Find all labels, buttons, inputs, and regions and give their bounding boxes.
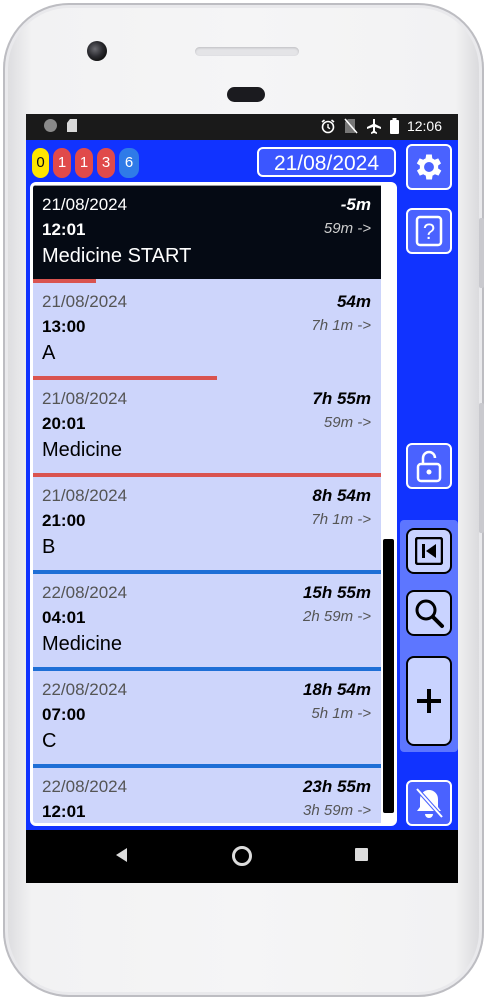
entry-name: C	[42, 730, 57, 752]
help-icon: ?	[415, 215, 443, 247]
search-button[interactable]	[406, 590, 452, 636]
alarm-icon	[321, 119, 335, 134]
back-icon[interactable]	[116, 848, 127, 862]
entry-delta: 18h 54m	[302, 680, 371, 699]
entry-date: 21/08/2024	[42, 486, 128, 505]
entry-time: 21:00	[42, 511, 86, 530]
counter-badge[interactable]: 6	[119, 148, 139, 178]
jump-to-start-button[interactable]	[406, 528, 452, 574]
list-item[interactable]: 22/08/2024 04:01 Medicine 15h 55m 2h 59m ->	[33, 570, 381, 667]
speaker-grill	[195, 47, 299, 56]
entry-date: 21/08/2024	[42, 389, 128, 408]
entry-next-interval: 3h 59m ->	[303, 802, 371, 819]
status-time: 12:06	[406, 118, 442, 134]
screen: 12:06 0 1 1 3 6 21/08/2024 ? 21/08/2024 …	[26, 114, 458, 883]
bell-off-icon	[415, 787, 444, 819]
lock-button[interactable]	[406, 443, 452, 489]
entry-date: 22/08/2024	[42, 680, 128, 699]
app-content: 0 1 1 3 6 21/08/2024 ? 21/08/2024 12:01 …	[26, 140, 458, 830]
list-item[interactable]: 22/08/2024 07:00 C 18h 54m 5h 1m ->	[33, 667, 381, 764]
entry-name: Medicine START	[42, 245, 192, 267]
interval-bar	[33, 376, 217, 380]
interval-bar	[33, 279, 96, 283]
entry-time: 20:01	[42, 414, 86, 433]
help-button[interactable]: ?	[406, 208, 452, 254]
counter-badge[interactable]: 3	[97, 148, 115, 178]
search-icon	[415, 599, 444, 628]
list-item[interactable]: 22/08/2024 12:01 23h 55m 3h 59m ->	[33, 764, 381, 823]
home-icon[interactable]	[232, 846, 252, 866]
counter-badge[interactable]: 1	[53, 148, 71, 178]
recents-icon[interactable]	[355, 848, 368, 861]
entry-time: 07:00	[42, 705, 86, 724]
sd-card-icon	[67, 119, 77, 132]
list-item[interactable]: 21/08/2024 20:01 Medicine 7h 55m 59m ->	[33, 376, 381, 473]
entries-list[interactable]: 21/08/2024 12:01 Medicine START -5m 59m -> 21…	[30, 182, 397, 826]
list-item[interactable]: 21/08/2024 12:01 Medicine START -5m 59m ->	[33, 185, 381, 279]
entry-date: 22/08/2024	[42, 777, 128, 796]
date-selector-button[interactable]: 21/08/2024	[257, 147, 396, 177]
entry-next-interval: 59m ->	[323, 414, 371, 431]
no-sim-icon	[344, 118, 358, 134]
plus-icon	[417, 689, 441, 713]
interval-bar	[33, 764, 381, 768]
interval-bar	[33, 570, 381, 574]
counter-badge[interactable]: 1	[75, 148, 93, 178]
entry-next-interval: 2h 59m ->	[303, 608, 371, 625]
interval-bar	[33, 667, 381, 671]
counter-badges: 0 1 1 3 6	[32, 148, 139, 178]
entry-delta: 7h 55m	[312, 389, 371, 408]
entry-next-interval: 7h 1m ->	[311, 511, 371, 528]
airplane-icon	[366, 119, 381, 134]
entry-time: 12:01	[42, 802, 86, 821]
entry-time: 12:01	[42, 220, 86, 239]
entry-name: A	[42, 342, 56, 364]
list-item[interactable]: 21/08/2024 21:00 B 8h 54m 7h 1m ->	[33, 473, 381, 570]
battery-icon	[389, 118, 399, 134]
volume-button	[479, 218, 484, 288]
gear-icon	[416, 154, 442, 180]
circle-icon	[44, 119, 57, 132]
entry-name: Medicine	[42, 633, 123, 655]
status-bar: 12:06	[26, 114, 458, 140]
svg-text:?: ?	[423, 219, 435, 244]
entry-delta: 8h 54m	[312, 486, 371, 505]
power-button	[479, 403, 484, 533]
entry-date: 22/08/2024	[42, 583, 128, 602]
interval-bar	[33, 473, 381, 477]
front-camera	[87, 41, 107, 61]
unlock-icon	[416, 450, 442, 483]
entry-delta: 23h 55m	[302, 777, 371, 796]
entry-date: 21/08/2024	[42, 195, 128, 214]
entry-name: Medicine	[42, 439, 123, 461]
system-nav-bar	[26, 830, 458, 883]
entry-delta: 15h 55m	[302, 583, 371, 602]
notifications-button[interactable]	[406, 780, 452, 826]
entry-next-interval: 59m ->	[323, 220, 371, 237]
interval-bar	[33, 185, 381, 186]
entry-next-interval: 5h 1m ->	[311, 705, 371, 722]
settings-button[interactable]	[406, 144, 452, 190]
entry-delta: -5m	[340, 195, 371, 214]
list-content: 21/08/2024 12:01 Medicine START -5m 59m -> 21…	[33, 185, 381, 823]
entry-time: 04:01	[42, 608, 86, 627]
navigation-panel	[400, 520, 458, 752]
entry-time: 13:00	[42, 317, 86, 336]
entry-name: B	[42, 536, 56, 558]
skip-to-start-icon	[415, 537, 443, 565]
entry-next-interval: 7h 1m ->	[311, 317, 371, 334]
list-item[interactable]: 21/08/2024 13:00 A 54m 7h 1m ->	[33, 279, 381, 376]
earpiece	[227, 87, 265, 102]
entry-delta: 54m	[336, 292, 371, 311]
scrollbar-thumb[interactable]	[383, 539, 394, 813]
entry-date: 21/08/2024	[42, 292, 128, 311]
counter-badge[interactable]: 0	[32, 148, 49, 178]
add-entry-button[interactable]	[406, 656, 452, 746]
